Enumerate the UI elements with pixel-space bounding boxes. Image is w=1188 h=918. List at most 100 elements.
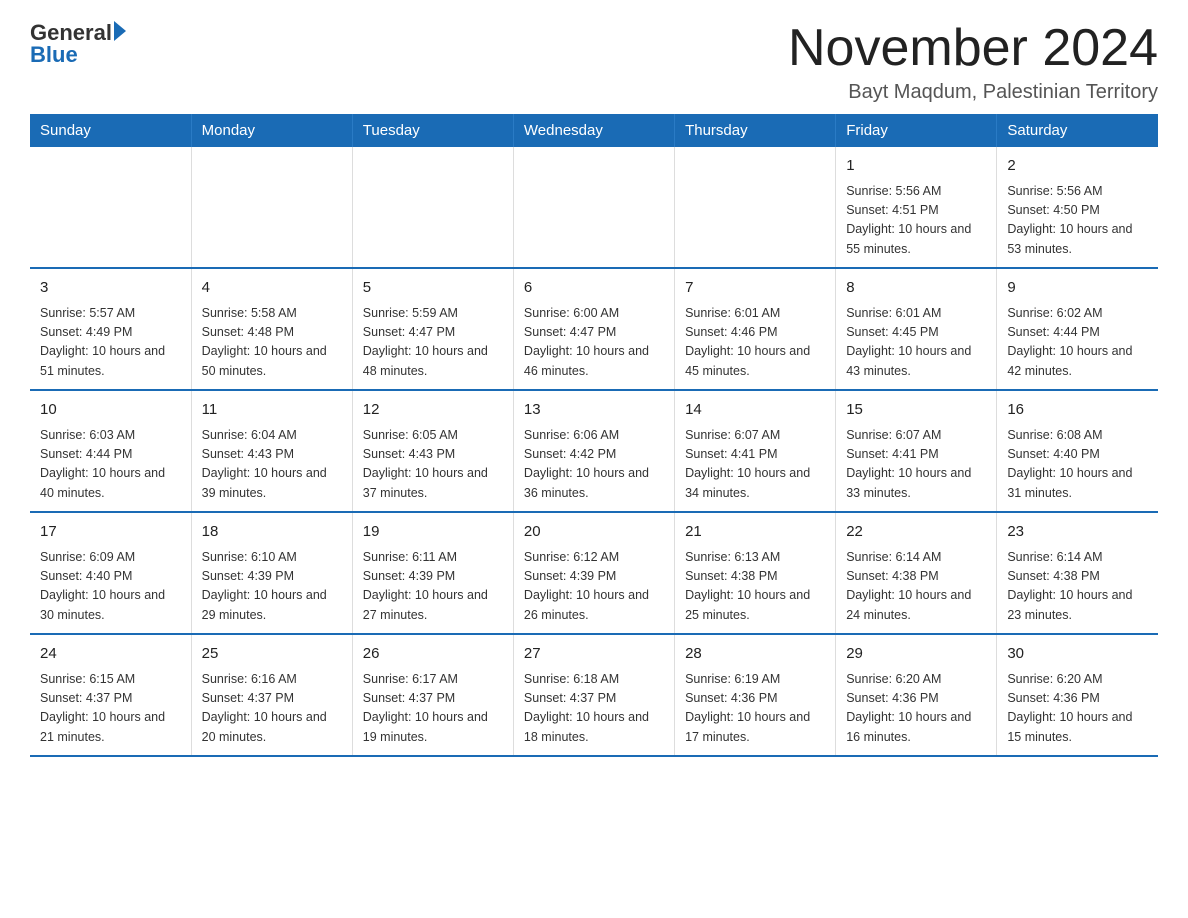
day-number: 1 (846, 155, 986, 178)
week-row-1: 1 Sunrise: 5:56 AMSunset: 4:51 PMDaylight… (30, 147, 1158, 268)
logo: General Blue (30, 20, 126, 68)
day-number: 17 (40, 521, 181, 544)
day-info: Sunrise: 6:02 AMSunset: 4:44 PMDaylight:… (1007, 304, 1148, 382)
day-number: 8 (846, 277, 986, 300)
day-cell: 7 Sunrise: 6:01 AMSunset: 4:46 PMDaylight… (675, 268, 836, 390)
day-info: Sunrise: 6:01 AMSunset: 4:46 PMDaylight:… (685, 304, 825, 382)
day-number: 2 (1007, 155, 1148, 178)
day-cell: 6 Sunrise: 6:00 AMSunset: 4:47 PMDaylight… (513, 268, 674, 390)
day-cell: 15 Sunrise: 6:07 AMSunset: 4:41 PMDayligh… (836, 390, 997, 512)
day-info: Sunrise: 6:18 AMSunset: 4:37 PMDaylight:… (524, 670, 664, 748)
logo-blue: Blue (30, 42, 78, 68)
logo-arrow-icon (114, 21, 126, 41)
day-cell: 26Sunrise: 6:17 AMSunset: 4:37 PMDayligh… (352, 634, 513, 756)
day-info: Sunrise: 6:01 AMSunset: 4:45 PMDaylight:… (846, 304, 986, 382)
day-cell: 16 Sunrise: 6:08 AMSunset: 4:40 PMDayligh… (997, 390, 1158, 512)
day-number: 5 (363, 277, 503, 300)
day-cell: 2 Sunrise: 5:56 AMSunset: 4:50 PMDaylight… (997, 147, 1158, 268)
day-info: Sunrise: 6:05 AMSunset: 4:43 PMDaylight:… (363, 426, 503, 504)
page-title: November 2024 (788, 20, 1158, 77)
day-cell (513, 147, 674, 268)
day-info: Sunrise: 6:07 AMSunset: 4:41 PMDaylight:… (685, 426, 825, 504)
day-info: Sunrise: 6:15 AMSunset: 4:37 PMDaylight:… (40, 670, 181, 748)
day-info: Sunrise: 6:17 AMSunset: 4:37 PMDaylight:… (363, 670, 503, 748)
day-cell: 12 Sunrise: 6:05 AMSunset: 4:43 PMDayligh… (352, 390, 513, 512)
day-number: 27 (524, 643, 664, 666)
header-friday: Friday (836, 114, 997, 147)
day-number: 30 (1007, 643, 1148, 666)
day-info: Sunrise: 5:57 AMSunset: 4:49 PMDaylight:… (40, 304, 181, 382)
day-cell: 21Sunrise: 6:13 AMSunset: 4:38 PMDayligh… (675, 512, 836, 634)
day-cell: 9 Sunrise: 6:02 AMSunset: 4:44 PMDaylight… (997, 268, 1158, 390)
day-cell (191, 147, 352, 268)
day-number: 9 (1007, 277, 1148, 300)
day-cell (30, 147, 191, 268)
day-cell: 3 Sunrise: 5:57 AMSunset: 4:49 PMDaylight… (30, 268, 191, 390)
calendar-header-row: SundayMondayTuesdayWednesdayThursdayFrid… (30, 114, 1158, 147)
day-cell: 17 Sunrise: 6:09 AMSunset: 4:40 PMDayligh… (30, 512, 191, 634)
title-section: November 2024 Bayt Maqdum, Palestinian T… (788, 20, 1158, 104)
day-info: Sunrise: 6:14 AMSunset: 4:38 PMDaylight:… (1007, 548, 1148, 626)
day-number: 7 (685, 277, 825, 300)
day-number: 29 (846, 643, 986, 666)
day-info: Sunrise: 5:59 AMSunset: 4:47 PMDaylight:… (363, 304, 503, 382)
day-info: Sunrise: 6:09 AMSunset: 4:40 PMDaylight:… (40, 548, 181, 626)
day-info: Sunrise: 6:11 AMSunset: 4:39 PMDaylight:… (363, 548, 503, 626)
week-row-4: 17 Sunrise: 6:09 AMSunset: 4:40 PMDayligh… (30, 512, 1158, 634)
day-cell: 18Sunrise: 6:10 AMSunset: 4:39 PMDayligh… (191, 512, 352, 634)
day-cell: 5 Sunrise: 5:59 AMSunset: 4:47 PMDaylight… (352, 268, 513, 390)
day-cell: 19 Sunrise: 6:11 AMSunset: 4:39 PMDayligh… (352, 512, 513, 634)
day-number: 12 (363, 399, 503, 422)
day-cell: 8 Sunrise: 6:01 AMSunset: 4:45 PMDaylight… (836, 268, 997, 390)
day-number: 14 (685, 399, 825, 422)
header-tuesday: Tuesday (352, 114, 513, 147)
day-cell: 23Sunrise: 6:14 AMSunset: 4:38 PMDayligh… (997, 512, 1158, 634)
day-number: 11 (202, 399, 342, 422)
week-row-3: 10Sunrise: 6:03 AMSunset: 4:44 PMDayligh… (30, 390, 1158, 512)
day-cell: 14 Sunrise: 6:07 AMSunset: 4:41 PMDayligh… (675, 390, 836, 512)
day-number: 25 (202, 643, 342, 666)
header-monday: Monday (191, 114, 352, 147)
day-cell: 25Sunrise: 6:16 AMSunset: 4:37 PMDayligh… (191, 634, 352, 756)
day-cell: 22 Sunrise: 6:14 AMSunset: 4:38 PMDayligh… (836, 512, 997, 634)
day-info: Sunrise: 6:12 AMSunset: 4:39 PMDaylight:… (524, 548, 664, 626)
day-cell: 13 Sunrise: 6:06 AMSunset: 4:42 PMDayligh… (513, 390, 674, 512)
day-info: Sunrise: 6:00 AMSunset: 4:47 PMDaylight:… (524, 304, 664, 382)
day-number: 13 (524, 399, 664, 422)
week-row-5: 24 Sunrise: 6:15 AMSunset: 4:37 PMDayligh… (30, 634, 1158, 756)
header-saturday: Saturday (997, 114, 1158, 147)
calendar-table: SundayMondayTuesdayWednesdayThursdayFrid… (30, 114, 1158, 757)
day-cell: 24 Sunrise: 6:15 AMSunset: 4:37 PMDayligh… (30, 634, 191, 756)
header-thursday: Thursday (675, 114, 836, 147)
day-info: Sunrise: 6:06 AMSunset: 4:42 PMDaylight:… (524, 426, 664, 504)
day-info: Sunrise: 6:07 AMSunset: 4:41 PMDaylight:… (846, 426, 986, 504)
day-info: Sunrise: 5:56 AMSunset: 4:51 PMDaylight:… (846, 182, 986, 260)
day-info: Sunrise: 6:10 AMSunset: 4:39 PMDaylight:… (202, 548, 342, 626)
day-number: 10 (40, 399, 181, 422)
day-number: 3 (40, 277, 181, 300)
day-cell (352, 147, 513, 268)
day-cell (675, 147, 836, 268)
day-info: Sunrise: 5:56 AMSunset: 4:50 PMDaylight:… (1007, 182, 1148, 260)
week-row-2: 3 Sunrise: 5:57 AMSunset: 4:49 PMDaylight… (30, 268, 1158, 390)
day-cell: 27 Sunrise: 6:18 AMSunset: 4:37 PMDayligh… (513, 634, 674, 756)
day-cell: 29Sunrise: 6:20 AMSunset: 4:36 PMDayligh… (836, 634, 997, 756)
day-cell: 11Sunrise: 6:04 AMSunset: 4:43 PMDayligh… (191, 390, 352, 512)
day-number: 22 (846, 521, 986, 544)
day-number: 19 (363, 521, 503, 544)
day-number: 28 (685, 643, 825, 666)
day-cell: 4Sunrise: 5:58 AMSunset: 4:48 PMDaylight… (191, 268, 352, 390)
day-number: 16 (1007, 399, 1148, 422)
day-cell: 30Sunrise: 6:20 AMSunset: 4:36 PMDayligh… (997, 634, 1158, 756)
header-sunday: Sunday (30, 114, 191, 147)
day-number: 6 (524, 277, 664, 300)
day-number: 4 (202, 277, 342, 300)
day-info: Sunrise: 6:08 AMSunset: 4:40 PMDaylight:… (1007, 426, 1148, 504)
day-info: Sunrise: 6:13 AMSunset: 4:38 PMDaylight:… (685, 548, 825, 626)
day-cell: 1 Sunrise: 5:56 AMSunset: 4:51 PMDaylight… (836, 147, 997, 268)
day-number: 15 (846, 399, 986, 422)
day-cell: 10Sunrise: 6:03 AMSunset: 4:44 PMDayligh… (30, 390, 191, 512)
day-number: 24 (40, 643, 181, 666)
day-info: Sunrise: 6:14 AMSunset: 4:38 PMDaylight:… (846, 548, 986, 626)
page-header: General Blue November 2024 Bayt Maqdum, … (30, 20, 1158, 104)
